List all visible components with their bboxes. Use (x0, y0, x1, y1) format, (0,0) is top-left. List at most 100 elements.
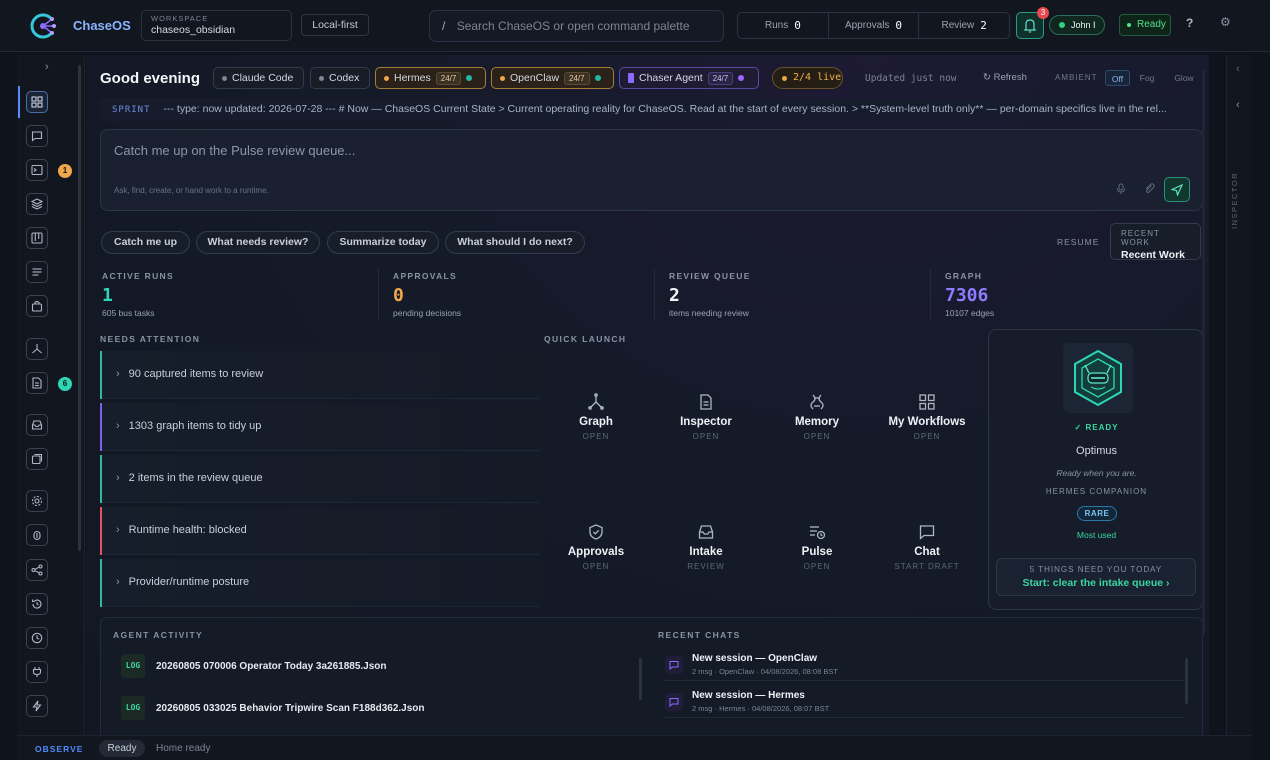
nav-bag[interactable] (26, 295, 48, 317)
nav-terminal[interactable] (26, 159, 48, 181)
mode-indicator[interactable]: OBSERVE (35, 744, 83, 754)
kpi-review-queue[interactable]: REVIEW QUEUE 2 items needing review (669, 271, 751, 318)
agent-companion-card[interactable]: ✓ READY Optimus Ready when you are. HERM… (988, 329, 1203, 610)
kpi-value: 7306 (945, 285, 989, 306)
nav-home[interactable] (18, 86, 48, 118)
attention-item[interactable]: › 90 captured items to review (100, 351, 540, 399)
activity-log-row[interactable]: LOG 20260805 033025 Behavior Tripwire Sc… (121, 696, 425, 720)
recent-work-button[interactable]: RECENT WORK Recent Work (1110, 223, 1201, 261)
chat-icon (31, 131, 43, 142)
nav-chat[interactable] (26, 125, 48, 147)
stat-runs[interactable]: Runs 0 (738, 13, 829, 38)
chevron-right-icon[interactable]: ‹ (1236, 63, 1240, 75)
runtime-chip-claude-code[interactable]: Claude Code (213, 67, 304, 89)
launch-graph[interactable]: Graph OPEN (546, 393, 646, 441)
kpi-value: 0 (393, 285, 404, 306)
prompt-what-next[interactable]: What should I do next? (445, 231, 585, 254)
pulse-icon (810, 526, 826, 540)
recent-chat-row[interactable]: New session — OpenClaw 2 msg · OpenClaw … (665, 651, 1185, 681)
chevron-right-icon[interactable]: › (45, 61, 49, 73)
bug-icon (33, 530, 41, 541)
ambient-fog-toggle[interactable]: Fog (1136, 70, 1158, 86)
help-icon[interactable]: ? (1186, 16, 1193, 30)
launch-pulse[interactable]: Pulse OPEN (767, 523, 867, 571)
nav-inbox[interactable] (26, 414, 48, 436)
refresh-button[interactable]: ↻ Refresh (983, 72, 1027, 83)
things-need-you-button[interactable]: 5 THINGS NEED YOU TODAY Start: clear the… (996, 558, 1196, 596)
gear-icon[interactable]: ⚙ (1220, 15, 1231, 29)
local-first-badge[interactable]: Local-first (301, 14, 369, 36)
nav-settings[interactable] (26, 490, 48, 512)
nav-clock[interactable] (26, 627, 48, 649)
memory-icon (810, 394, 824, 410)
attention-item[interactable]: › Runtime health: blocked (100, 507, 540, 555)
nav-list[interactable] (26, 261, 48, 283)
rail-scrollbar[interactable] (78, 65, 81, 551)
user-menu[interactable]: John I (1049, 15, 1105, 35)
main-scrollbar[interactable] (1202, 69, 1205, 635)
launch-approvals[interactable]: Approvals OPEN (546, 523, 646, 571)
activity-log-row[interactable]: LOG 20260805 070006 Operator Today 3a261… (121, 654, 387, 678)
chat-icon (665, 656, 683, 674)
activity-scrollbar[interactable] (639, 658, 642, 700)
status-pill: Ready (99, 740, 145, 757)
workspace-switcher[interactable]: WORKSPACE chaseos_obsidian (141, 10, 292, 41)
attention-item[interactable]: › Provider/runtime posture (100, 559, 540, 607)
launch-intake[interactable]: Intake REVIEW (656, 523, 756, 571)
attachment-icon[interactable] (1143, 182, 1155, 194)
attention-item[interactable]: › 1303 graph items to tidy up (100, 403, 540, 451)
runtime-chip-openclaw[interactable]: OpenClaw 24/7 (491, 67, 614, 89)
notifications-button[interactable]: 3 (1016, 7, 1049, 39)
nav-plugins[interactable] (26, 661, 48, 683)
send-button[interactable] (1164, 177, 1190, 202)
list-icon (32, 268, 42, 276)
launch-memory[interactable]: Memory OPEN (767, 393, 867, 441)
runtime-chip-chaser-agent[interactable]: Chaser Agent 24/7 (619, 67, 759, 89)
recent-chat-row[interactable]: New session — Hermes 2 msg · Hermes · 04… (665, 688, 1185, 718)
kpi-active-runs[interactable]: ACTIVE RUNS 1 605 bus tasks (102, 271, 174, 318)
kpi-divider (378, 269, 379, 321)
sprint-ticker[interactable]: SPRINT --- type: now updated: 2026-07-28 … (100, 98, 1200, 121)
stat-review[interactable]: Review 2 (919, 13, 1009, 38)
nav-board[interactable] (26, 227, 48, 249)
nav-security[interactable] (26, 524, 48, 546)
chevron-right-icon: › (116, 420, 120, 432)
launch-inspector[interactable]: Inspector OPEN (656, 393, 756, 441)
chat-icon (919, 525, 935, 540)
compose-box[interactable]: Catch me up on the Pulse review queue...… (100, 129, 1203, 211)
chevron-right-icon: › (116, 576, 120, 588)
chats-scrollbar[interactable] (1185, 658, 1188, 704)
chaseos-logo-icon[interactable] (28, 11, 58, 41)
kpi-approvals[interactable]: APPROVALS 0 pending decisions (393, 271, 461, 318)
search-input[interactable]: / Search ChaseOS or open command palette (429, 10, 724, 42)
microphone-icon[interactable] (1116, 183, 1126, 195)
nav-documents[interactable] (26, 372, 48, 394)
inbox-icon (698, 525, 714, 539)
ambient-glow-toggle[interactable]: Glow (1171, 70, 1197, 86)
prompt-catch-me-up[interactable]: Catch me up (101, 231, 190, 254)
chevron-left-icon[interactable]: ‹ (1236, 99, 1240, 111)
chevron-right-icon: › (116, 524, 120, 536)
sprint-text: --- type: now updated: 2026-07-28 --- # … (163, 103, 1167, 115)
launch-my-workflows[interactable]: My Workflows OPEN (877, 393, 977, 441)
runtime-chip-codex[interactable]: Codex (310, 67, 370, 89)
rarity-badge: RARE (1077, 506, 1117, 521)
nav-history[interactable] (26, 593, 48, 615)
runtime-chip-hermes[interactable]: Hermes 24/7 (375, 67, 486, 89)
attention-accent-bar (100, 403, 102, 451)
search-placeholder: Search ChaseOS or open command palette (456, 19, 690, 33)
nav-share[interactable] (26, 559, 48, 581)
agent-tagline: Ready when you are. (1056, 468, 1137, 478)
nav-graph[interactable] (26, 338, 48, 360)
nav-layers[interactable] (26, 193, 48, 215)
ambient-off-toggle[interactable]: Off (1105, 70, 1130, 86)
prompt-summarize-today[interactable]: Summarize today (327, 231, 439, 254)
nav-copy[interactable] (26, 448, 48, 470)
nav-automation[interactable] (26, 695, 48, 717)
prompt-what-needs-review[interactable]: What needs review? (196, 231, 320, 254)
launch-chat[interactable]: Chat START DRAFT (877, 523, 977, 571)
attention-item[interactable]: › 2 items in the review queue (100, 455, 540, 503)
stat-approvals[interactable]: Approvals 0 (829, 13, 920, 38)
kpi-graph[interactable]: GRAPH 7306 10107 edges (945, 271, 994, 318)
always-on-tag: 24/7 (564, 71, 590, 85)
